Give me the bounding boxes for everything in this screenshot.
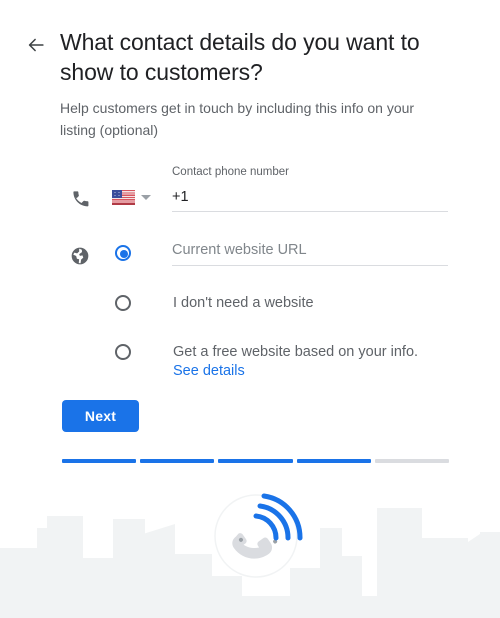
- phone-row: Contact phone number +1: [0, 160, 500, 212]
- radio-no-website[interactable]: [113, 293, 135, 315]
- phone-number-field: Contact phone number +1: [172, 165, 448, 212]
- website-url-input[interactable]: Current website URL: [172, 240, 448, 265]
- phone-field-underline: [172, 211, 448, 212]
- next-button[interactable]: Next: [62, 400, 139, 432]
- website-option-no-website-label: I don't need a website: [173, 295, 314, 311]
- us-flag-icon: [112, 189, 135, 205]
- progress-indicator: [62, 459, 450, 463]
- progress-segment: [374, 459, 450, 463]
- progress-segment: [218, 459, 293, 463]
- arrow-left-icon: [25, 34, 47, 56]
- footer-illustration: [0, 486, 500, 618]
- radio-current-url[interactable]: [113, 243, 135, 265]
- progress-segment: [140, 459, 215, 463]
- progress-segment: [296, 459, 371, 463]
- progress-segment: [62, 459, 137, 463]
- phone-number-input[interactable]: +1: [172, 179, 448, 211]
- contact-details-page: What contact details do you want to show…: [0, 0, 500, 618]
- website-option-free-website-label: Get a free website based on your info.: [173, 344, 419, 360]
- country-code-select[interactable]: [112, 186, 162, 208]
- back-button[interactable]: [19, 28, 53, 62]
- globe-icon: [68, 244, 92, 268]
- phone-icon: [68, 186, 92, 210]
- page-title: What contact details do you want to show…: [60, 29, 420, 85]
- website-field-underline: [172, 265, 448, 266]
- chevron-down-icon: [141, 194, 151, 200]
- phone-number-label: Contact phone number: [172, 166, 289, 178]
- page-subtitle: Help customers get in touch by including…: [60, 100, 415, 138]
- see-details-link[interactable]: See details: [173, 361, 245, 381]
- radio-free-website[interactable]: [113, 342, 135, 364]
- website-url-field: Current website URL: [172, 240, 448, 266]
